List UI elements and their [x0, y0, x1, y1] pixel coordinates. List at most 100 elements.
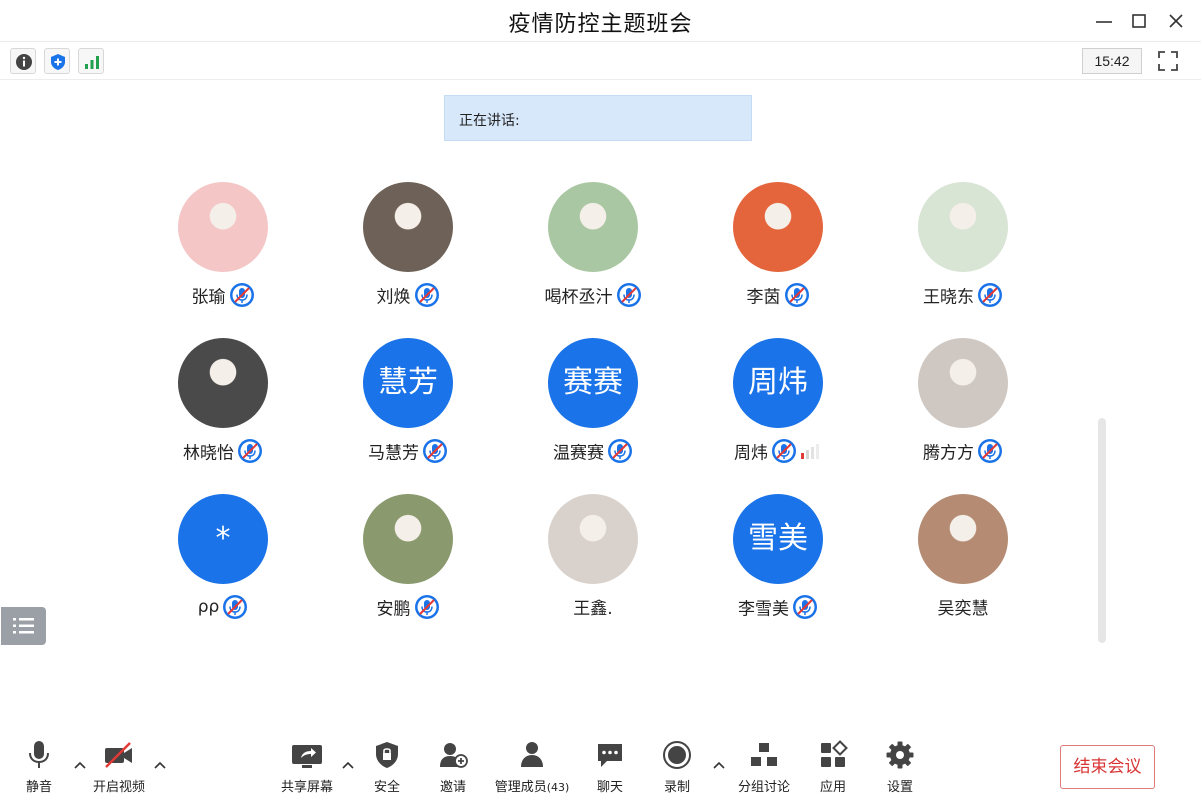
mic-muted-icon: [792, 594, 818, 620]
security-status-button[interactable]: [44, 48, 70, 74]
avatar-initials: 雪美: [748, 521, 808, 556]
participant-tile[interactable]: 王鑫.: [503, 494, 683, 634]
participant-name: 林晓怡: [183, 443, 234, 464]
shield-icon: [51, 54, 65, 70]
participant-name: 王鑫.: [573, 599, 613, 619]
participant-name-row: 林晓怡: [133, 438, 313, 464]
breakout-rooms-button[interactable]: 分组讨论: [733, 740, 795, 800]
participant-tile[interactable]: 吴奕慧: [873, 494, 1053, 634]
participant-name-row: 周炜: [688, 438, 868, 464]
meeting-clock: 15:42: [1082, 48, 1142, 74]
maximize-icon[interactable]: [1129, 11, 1149, 31]
settings-button[interactable]: 设置: [879, 740, 921, 800]
chevron-up-icon[interactable]: [712, 760, 726, 770]
add-user-icon: [440, 743, 468, 768]
mic-muted-icon: [414, 282, 440, 308]
video-off-icon: [105, 742, 132, 768]
info-icon: [16, 54, 32, 70]
avatar: [548, 182, 638, 272]
chevron-up-icon[interactable]: [73, 760, 87, 770]
list-icon: [13, 618, 34, 634]
share-screen-icon: [292, 745, 322, 768]
breakout-label: 分组讨论: [737, 780, 790, 795]
mic-muted-icon: [616, 282, 642, 308]
avatar: [918, 338, 1008, 428]
invite-button[interactable]: 邀请: [432, 740, 474, 800]
minimize-icon[interactable]: [1094, 11, 1114, 31]
participant-name-row: 温赛赛: [503, 438, 683, 464]
chat-label: 聊天: [596, 780, 623, 795]
participant-name: 喝杯丞汁: [544, 287, 613, 308]
invite-label: 邀请: [439, 780, 466, 795]
close-icon[interactable]: [1166, 11, 1186, 31]
chevron-up-icon[interactable]: [341, 760, 355, 770]
avatar: 赛赛: [548, 338, 638, 428]
participant-tile[interactable]: 张瑜: [133, 182, 313, 322]
microphone-icon: [29, 741, 49, 768]
meeting-info-button[interactable]: [10, 48, 36, 74]
avatar-initials: 赛赛: [563, 365, 623, 400]
meeting-toolbar: 静音 开启视频 共享屏幕 安全 邀请 管理成员(43) 聊天 录制 分组讨论 应…: [0, 730, 1201, 803]
members-icon: [521, 742, 543, 767]
fullscreen-icon[interactable]: [1157, 50, 1179, 72]
title-bar: 疫情防控主题班会: [0, 0, 1201, 42]
participant-tile[interactable]: 赛赛温赛赛: [503, 338, 683, 478]
network-status-button[interactable]: [78, 48, 104, 74]
participant-name-row: 刘焕: [318, 282, 498, 308]
participant-name: 温赛赛: [553, 443, 604, 464]
participant-tile[interactable]: 刘焕: [318, 182, 498, 322]
participant-name: 周炜: [734, 443, 768, 464]
audio-level-icon: [800, 442, 822, 460]
manage-members-button[interactable]: 管理成员(43): [490, 740, 574, 800]
apps-button[interactable]: 应用: [812, 740, 854, 800]
avatar-initials: *: [215, 521, 231, 556]
participant-tile[interactable]: 周炜 周炜: [688, 338, 868, 478]
breakout-rooms-icon: [751, 743, 777, 766]
apps-label: 应用: [819, 780, 846, 795]
security-button[interactable]: 安全: [366, 740, 408, 800]
video-label: 开启视频: [92, 780, 145, 795]
participant-name: 刘焕: [376, 287, 411, 308]
chat-icon: [598, 744, 622, 767]
participant-tile[interactable]: 李茵: [688, 182, 868, 322]
participant-name-row: 腾方方: [873, 438, 1053, 464]
participant-name: 腾方方: [923, 443, 974, 464]
scrollbar[interactable]: [1098, 418, 1106, 643]
security-label: 安全: [373, 780, 400, 795]
speaking-label: 正在讲话:: [459, 113, 520, 129]
participant-tile[interactable]: 王晓东: [873, 182, 1053, 322]
avatar: [178, 182, 268, 272]
participant-name-row: 喝杯丞汁: [503, 282, 683, 308]
participant-tile[interactable]: 林晓怡: [133, 338, 313, 478]
participant-tile[interactable]: 腾方方: [873, 338, 1053, 478]
record-button[interactable]: 录制: [656, 740, 698, 800]
participant-name-row: ρρ: [133, 594, 313, 620]
participant-tile[interactable]: 雪美 李雪美: [688, 494, 868, 634]
participant-name-row: 李雪美: [688, 594, 868, 620]
mute-button[interactable]: 静音: [18, 740, 60, 800]
avatar: 雪美: [733, 494, 823, 584]
end-meeting-button[interactable]: 结束会议: [1060, 745, 1155, 789]
avatar: [733, 182, 823, 272]
mic-muted-icon: [229, 282, 255, 308]
participant-name-row: 马慧芳: [318, 438, 498, 464]
participant-name: ρρ: [197, 597, 220, 617]
participant-tile[interactable]: 安鹏: [318, 494, 498, 634]
participant-name-row: 王晓东: [873, 282, 1053, 308]
avatar: [363, 494, 453, 584]
record-label: 录制: [663, 780, 690, 795]
share-screen-button[interactable]: 共享屏幕: [276, 740, 338, 800]
chevron-up-icon[interactable]: [153, 760, 167, 770]
chat-button[interactable]: 聊天: [589, 740, 631, 800]
mic-muted-icon: [222, 594, 248, 620]
avatar: 周炜: [733, 338, 823, 428]
participant-tile[interactable]: 慧芳 马慧芳: [318, 338, 498, 478]
participant-tile[interactable]: * ρρ: [133, 494, 313, 634]
list-toggle-button[interactable]: [1, 607, 46, 645]
start-video-button[interactable]: 开启视频: [88, 740, 150, 800]
members-count: (43): [546, 781, 570, 794]
gear-icon: [886, 741, 914, 769]
participant-name-row: 王鑫.: [503, 594, 683, 620]
participant-tile[interactable]: 喝杯丞汁: [503, 182, 683, 322]
avatar: [918, 182, 1008, 272]
